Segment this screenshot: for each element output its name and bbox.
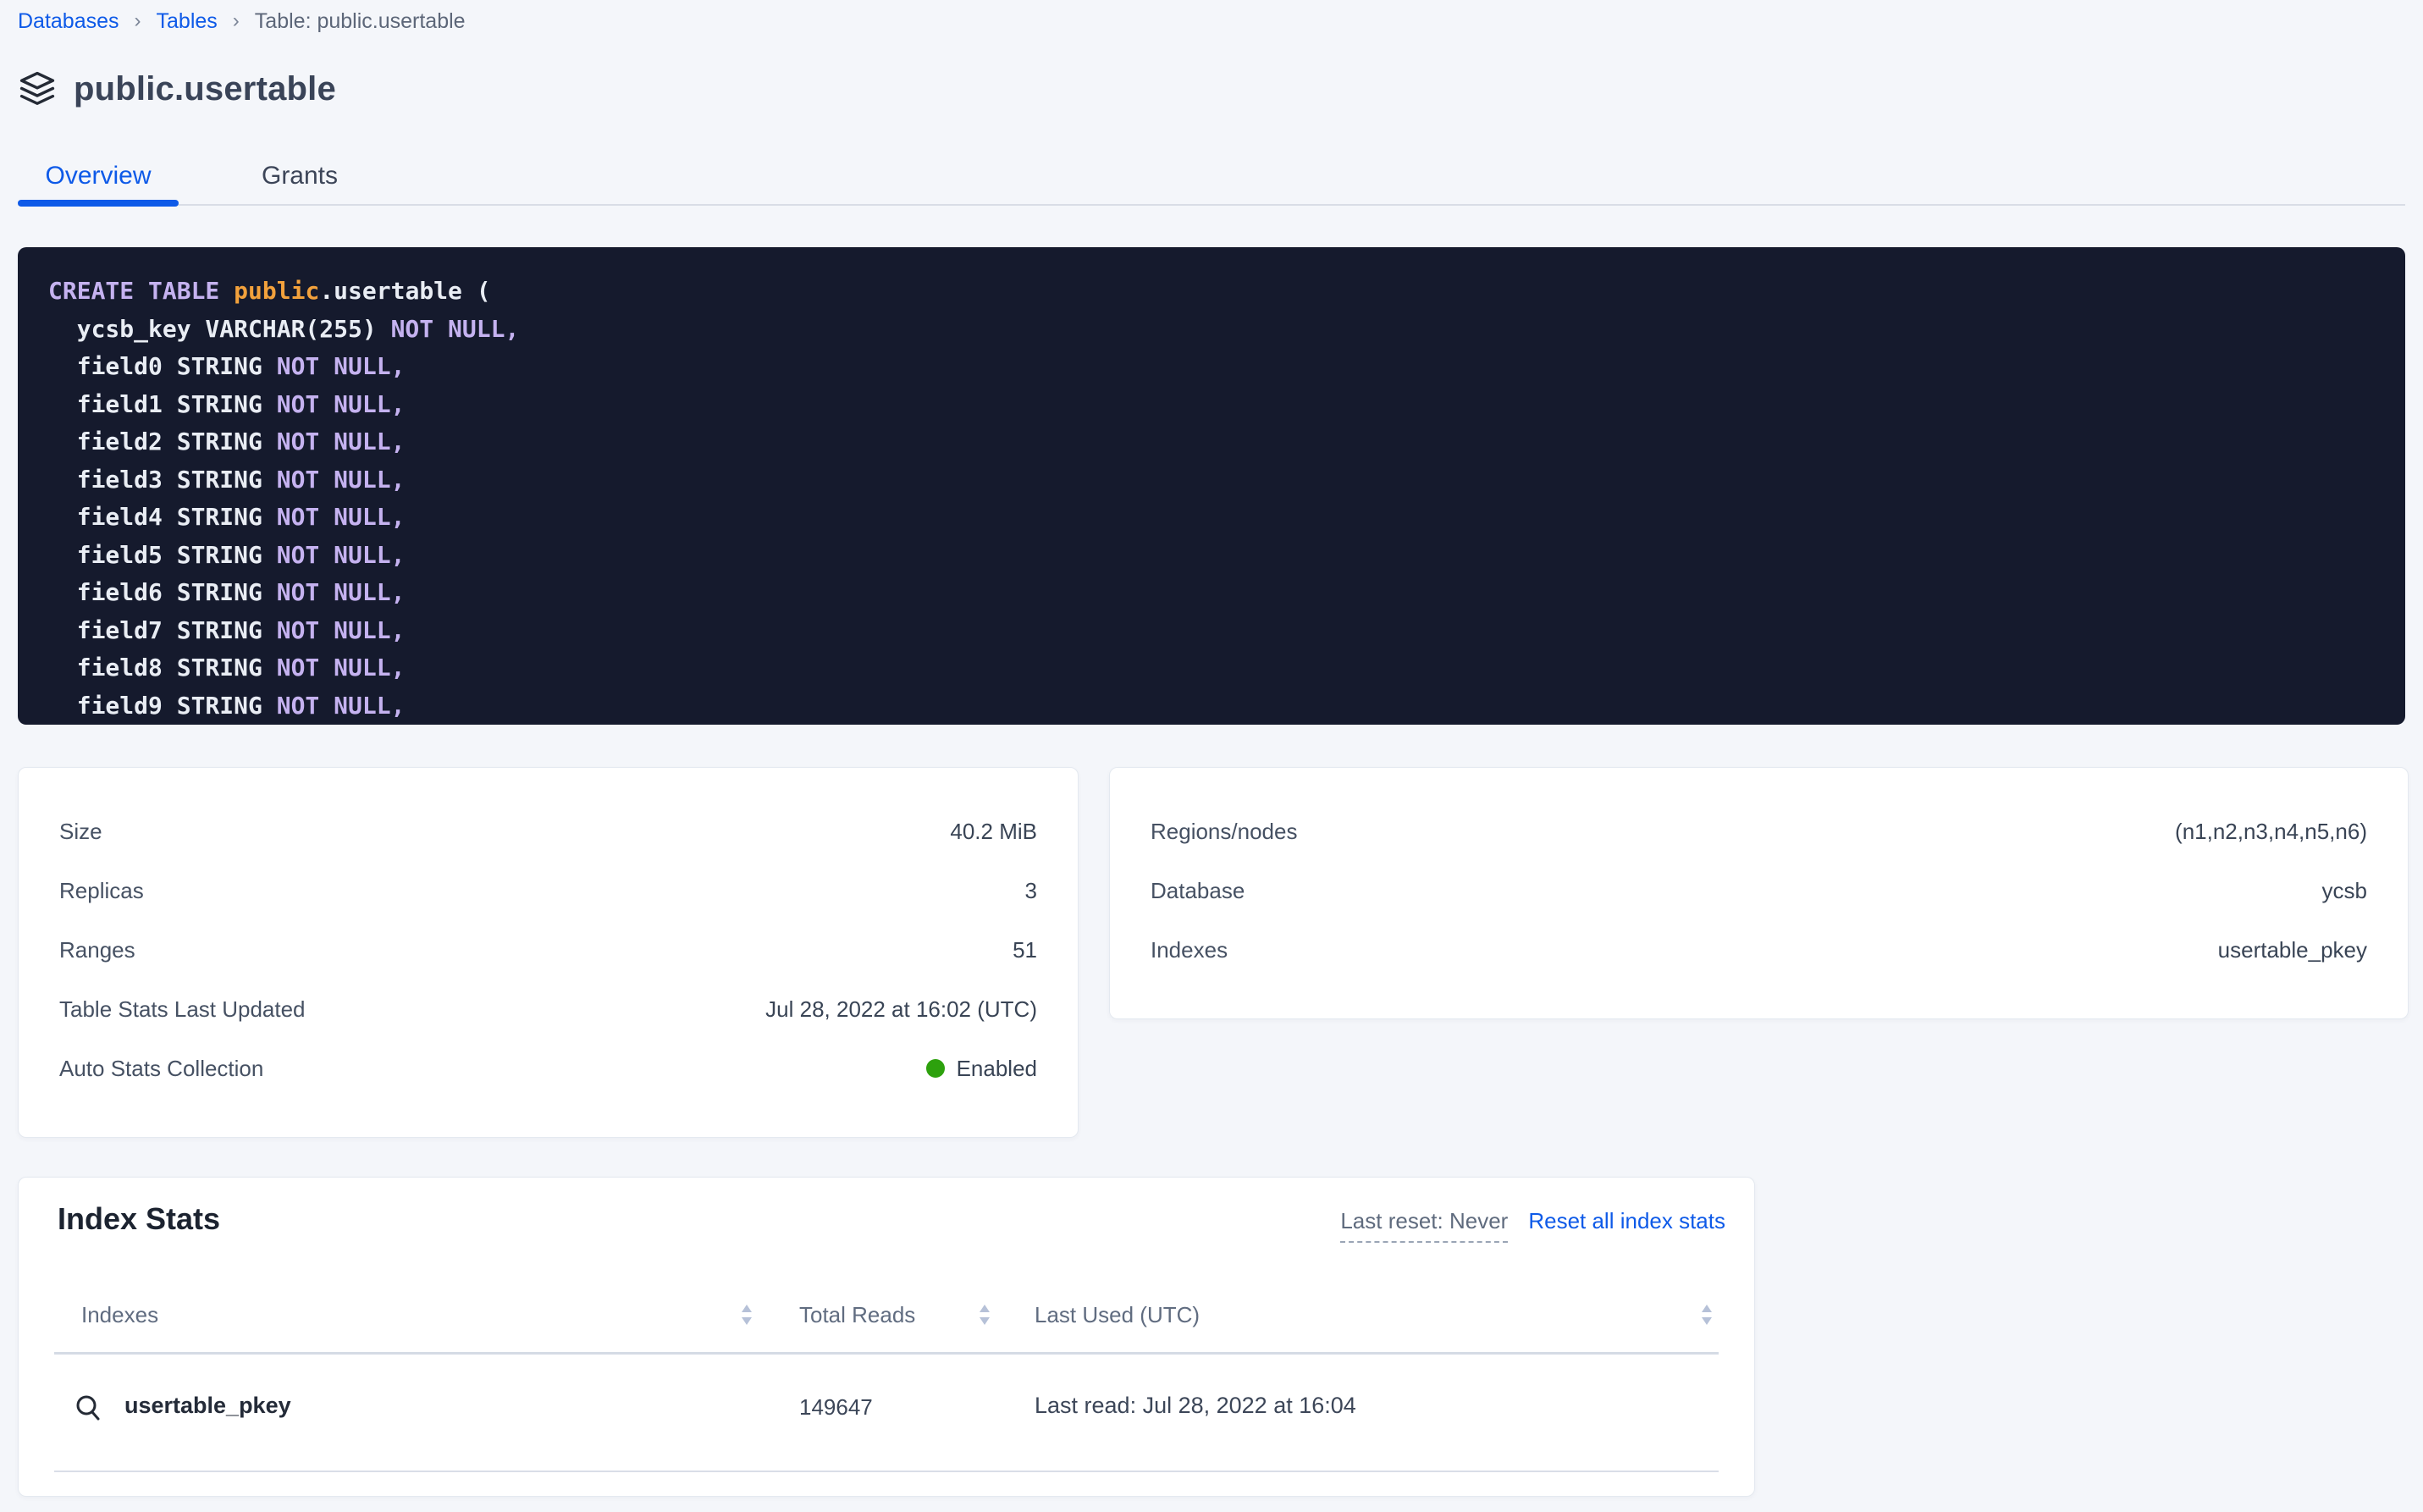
sql-line: field7 STRING NOT NULL,	[48, 612, 2375, 650]
sql-line: CREATE TABLE public.usertable (	[48, 273, 2375, 311]
sql-line: field6 STRING NOT NULL,	[48, 574, 2375, 612]
search-icon	[73, 1393, 105, 1429]
column-header-last-used[interactable]: Last Used (UTC)	[1035, 1296, 1200, 1333]
sql-line: field8 STRING NOT NULL,	[48, 649, 2375, 687]
total-reads-value: 149647	[799, 1394, 873, 1421]
sql-code: CREATE TABLE public.usertable ( ycsb_key…	[48, 273, 2375, 725]
stat-value: 3	[1025, 878, 1037, 904]
breadcrumb-databases[interactable]: Databases	[18, 8, 119, 34]
tab-grants[interactable]: Grants	[219, 157, 380, 200]
page-title: public.usertable	[74, 70, 336, 108]
stat-label: Auto Stats Collection	[59, 1056, 263, 1082]
stat-value: (n1,n2,n3,n4,n5,n6)	[2175, 819, 2367, 845]
stat-row-auto-stats: Auto Stats Collection Enabled	[59, 1039, 1037, 1098]
sort-arrows-icon[interactable]	[740, 1300, 753, 1330]
index-stats-card: Index Stats Last reset: Never Reset all …	[18, 1177, 1755, 1497]
breadcrumb-current-table: Table: public.usertable	[255, 8, 466, 34]
create-table-sql-box: CREATE TABLE public.usertable ( ycsb_key…	[18, 247, 2405, 725]
reset-all-index-stats-link[interactable]: Reset all index stats	[1528, 1208, 1725, 1234]
stat-row-stats-updated: Table Stats Last Updated Jul 28, 2022 at…	[59, 979, 1037, 1039]
sort-arrows-icon[interactable]	[1700, 1300, 1714, 1330]
stat-value: Jul 28, 2022 at 16:02 (UTC)	[765, 996, 1037, 1023]
tab-bar: Overview Grants	[18, 157, 380, 200]
tab-overview[interactable]: Overview	[18, 157, 179, 200]
sql-line: field1 STRING NOT NULL,	[48, 386, 2375, 424]
stat-label: Size	[59, 819, 102, 845]
table-details-page: Databases › Tables › Table: public.usert…	[0, 0, 2423, 1512]
stat-row-indexes: Indexes usertable_pkey	[1151, 920, 2367, 979]
stat-row-database: Database ycsb	[1151, 861, 2367, 920]
table-row: usertable_pkey 149647 Last read: Jul 28,…	[19, 1379, 1754, 1438]
stat-value: ycsb	[2322, 878, 2367, 904]
stat-label: Indexes	[1151, 937, 1228, 963]
table-details-card: Regions/nodes (n1,n2,n3,n4,n5,n6) Databa…	[1109, 767, 2409, 1019]
last-reset-label: Last reset: Never	[1340, 1208, 1508, 1243]
stat-label: Database	[1151, 878, 1245, 904]
last-used-value: Last read: Jul 28, 2022 at 16:04	[1035, 1393, 1356, 1419]
index-stats-table-header: Indexes Total Reads Last Used (UTC)	[19, 1296, 1754, 1333]
stat-label: Ranges	[59, 937, 135, 963]
stack-icon	[18, 69, 57, 108]
sql-line: ycsb_key VARCHAR(255) NOT NULL,	[48, 311, 2375, 349]
breadcrumb: Databases › Tables › Table: public.usert…	[18, 8, 466, 34]
table-overview-card: Size 40.2 MiB Replicas 3 Ranges 51 Table…	[18, 767, 1079, 1138]
sql-line: field5 STRING NOT NULL,	[48, 537, 2375, 575]
sql-line: field9 STRING NOT NULL,	[48, 687, 2375, 726]
active-tab-indicator	[18, 200, 179, 207]
stat-value: 40.2 MiB	[950, 819, 1037, 845]
column-header-indexes[interactable]: Indexes	[81, 1296, 158, 1333]
index-stats-title: Index Stats	[58, 1201, 220, 1237]
breadcrumb-tables[interactable]: Tables	[157, 8, 218, 34]
stat-value: 51	[1013, 937, 1037, 963]
table-header-divider	[54, 1352, 1719, 1355]
stat-row-size: Size 40.2 MiB	[59, 802, 1037, 861]
table-row-divider	[54, 1471, 1719, 1472]
stat-label: Replicas	[59, 878, 144, 904]
page-title-row: public.usertable	[18, 69, 336, 108]
status-text: Enabled	[957, 1056, 1037, 1082]
column-header-total-reads[interactable]: Total Reads	[799, 1296, 915, 1333]
status-dot-green	[926, 1059, 945, 1078]
stat-row-regions: Regions/nodes (n1,n2,n3,n4,n5,n6)	[1151, 802, 2367, 861]
stat-label: Regions/nodes	[1151, 819, 1297, 845]
sort-arrows-icon[interactable]	[978, 1300, 991, 1330]
stat-row-replicas: Replicas 3	[59, 861, 1037, 920]
chevron-right-icon: ›	[231, 8, 241, 34]
stat-label: Table Stats Last Updated	[59, 996, 306, 1023]
stat-value: usertable_pkey	[2218, 937, 2367, 963]
tab-divider	[18, 204, 2405, 206]
stat-row-ranges: Ranges 51	[59, 920, 1037, 979]
sql-line: field2 STRING NOT NULL,	[48, 423, 2375, 461]
index-name-link[interactable]: usertable_pkey	[124, 1393, 291, 1419]
status-badge: Enabled	[926, 1056, 1037, 1082]
sql-line: field0 STRING NOT NULL,	[48, 348, 2375, 386]
sql-line: field3 STRING NOT NULL,	[48, 461, 2375, 499]
chevron-right-icon: ›	[133, 8, 143, 34]
index-stats-reset-row: Last reset: Never Reset all index stats	[1340, 1208, 1725, 1243]
sql-line: field4 STRING NOT NULL,	[48, 499, 2375, 537]
